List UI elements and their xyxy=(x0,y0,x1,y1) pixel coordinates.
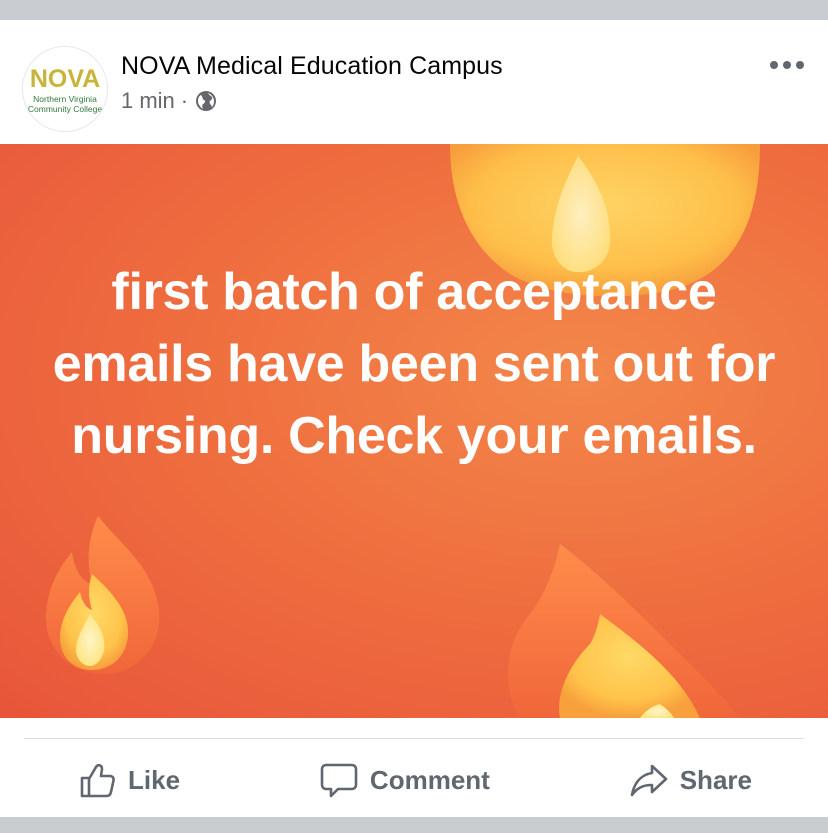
meta-separator: · xyxy=(180,88,189,113)
svg-text:Community College: Community College xyxy=(28,104,102,114)
fire-icon-left xyxy=(45,516,160,674)
like-label: Like xyxy=(128,764,181,795)
post-header: NOVA Northern Virginia Community College… xyxy=(0,20,828,144)
post-time[interactable]: 1 min xyxy=(121,88,175,114)
share-button[interactable]: Share xyxy=(576,750,804,810)
post-image: first batch of acceptance emails have be… xyxy=(0,144,828,718)
post-card: NOVA Northern Virginia Community College… xyxy=(0,20,828,817)
post-meta: 1 min · xyxy=(121,88,218,114)
like-button[interactable]: Like xyxy=(24,750,232,810)
speech-bubble-icon xyxy=(320,763,358,798)
post-text: first batch of acceptance emails have be… xyxy=(52,263,776,465)
more-options-icon[interactable] xyxy=(770,58,804,72)
divider xyxy=(24,738,804,739)
page-name[interactable]: NOVA Medical Education Campus xyxy=(121,52,503,81)
nova-logo-icon: NOVA Northern Virginia Community College xyxy=(23,47,107,131)
share-label: Share xyxy=(679,764,752,795)
svg-text:Northern Virginia: Northern Virginia xyxy=(33,94,97,104)
globe-icon[interactable] xyxy=(194,89,218,113)
svg-text:NOVA: NOVA xyxy=(30,65,100,93)
fire-icon-bottom xyxy=(507,544,740,718)
action-bar: Like Comment Share xyxy=(24,750,804,810)
page-avatar[interactable]: NOVA Northern Virginia Community College xyxy=(22,46,108,132)
comment-label: Comment xyxy=(369,764,490,795)
comment-button[interactable]: Comment xyxy=(266,750,542,810)
share-arrow-icon xyxy=(630,764,668,797)
thumbs-up-icon xyxy=(80,763,115,798)
